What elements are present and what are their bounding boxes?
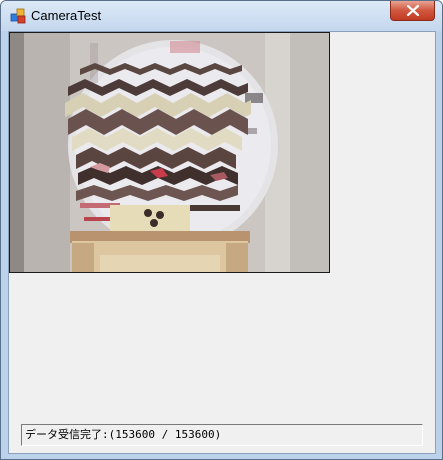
window-title: CameraTest <box>31 8 102 23</box>
client-area: データ受信完了:(153600 / 153600) <box>8 31 436 454</box>
status-bar: データ受信完了:(153600 / 153600) <box>21 424 423 446</box>
close-icon <box>407 5 419 16</box>
close-button[interactable] <box>390 1 435 21</box>
app-blocks-icon <box>10 8 26 24</box>
app-window: CameraTest データ受信完了:(153600 / 153600) <box>0 0 443 460</box>
title-bar[interactable]: CameraTest <box>1 1 442 31</box>
status-text: データ受信完了:(153600 / 153600) <box>25 428 222 441</box>
camera-preview <box>9 32 330 273</box>
